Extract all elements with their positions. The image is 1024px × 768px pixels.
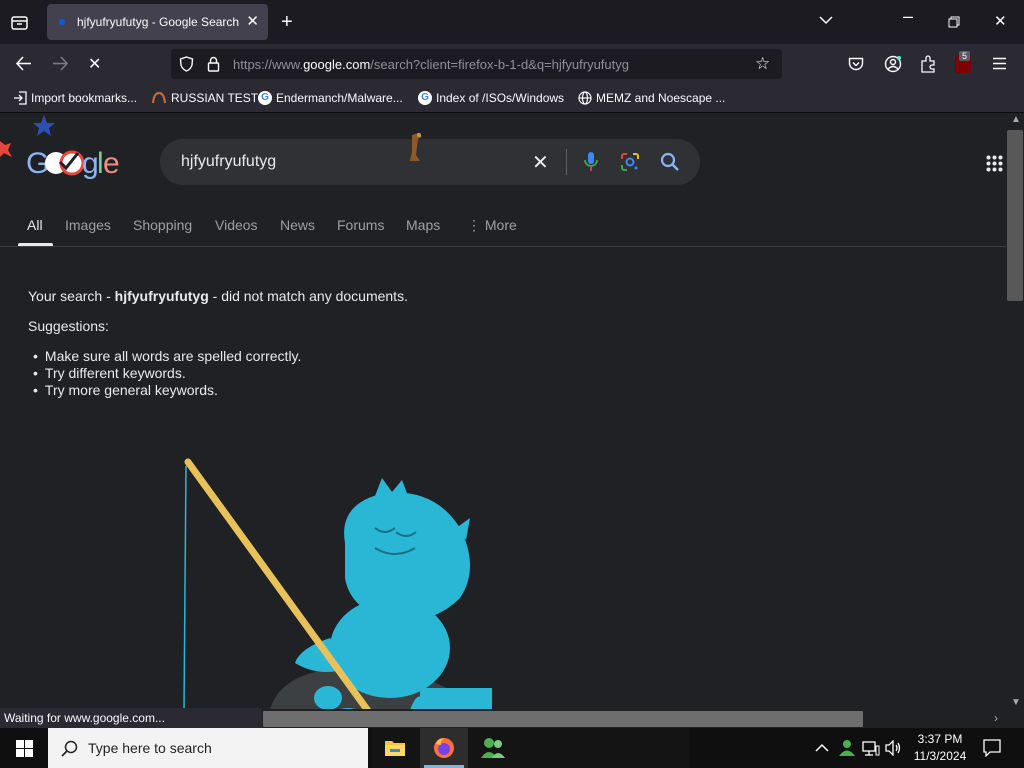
- file-explorer-icon[interactable]: [384, 738, 406, 757]
- bookmark-endermanch[interactable]: G Endermanch/Malware...: [258, 91, 403, 105]
- notifications-icon[interactable]: [983, 739, 1001, 757]
- search-box[interactable]: hjfyufryufutyg ✕: [160, 133, 700, 185]
- bookmark-isos[interactable]: G Index of /ISOs/Windows: [418, 91, 564, 105]
- suggestions-label: Suggestions:: [28, 318, 109, 334]
- microphone-icon[interactable]: [583, 151, 599, 173]
- clock-date: 11/3/2024: [913, 749, 967, 763]
- searched-term: hjfyufryufutyg: [114, 288, 209, 304]
- russian-test-favicon-icon: [151, 91, 167, 104]
- new-tab-icon[interactable]: +: [281, 11, 293, 34]
- search-tabs: All Images Shopping Videos News Forums M…: [0, 205, 1006, 247]
- bookmark-memz[interactable]: MEMZ and Noescape ...: [578, 91, 725, 105]
- navigation-toolbar: ✕ https://www.google.com/search?client=f…: [0, 44, 1024, 84]
- google-doodle-logo-icon: G g l e: [0, 115, 120, 180]
- horizontal-scroll-thumb[interactable]: [263, 711, 863, 727]
- suggestion-item: Try different keywords.: [33, 365, 408, 382]
- cursor-pet-icon: [410, 133, 422, 161]
- suggestions-list: Make sure all words are spelled correctl…: [33, 348, 408, 399]
- tab-shopping[interactable]: Shopping: [133, 217, 192, 233]
- close-window-icon[interactable]: ✕: [994, 12, 1007, 30]
- bookmarks-toolbar: Import bookmarks... RUSSIAN TEST G Ender…: [0, 84, 1024, 113]
- extension-badge: 5: [959, 51, 971, 61]
- search-query[interactable]: hjfyufryufutyg: [181, 153, 276, 171]
- stop-loading-icon[interactable]: ✕: [88, 54, 101, 74]
- google-favicon-icon: G: [258, 91, 272, 105]
- loading-favicon-icon: [59, 19, 65, 25]
- scroll-down-icon[interactable]: ▼: [1011, 697, 1021, 708]
- svg-text:e: e: [103, 147, 120, 180]
- pocket-icon[interactable]: [848, 57, 864, 72]
- suggestion-item: Make sure all words are spelled correctl…: [33, 348, 408, 365]
- forward-icon[interactable]: [52, 56, 69, 71]
- account-icon[interactable]: [884, 55, 902, 73]
- taskbar-firefox-button[interactable]: [420, 728, 468, 768]
- show-hidden-icons-icon[interactable]: [815, 743, 829, 752]
- user-tray-icon[interactable]: [838, 739, 856, 757]
- taskbar-search-box[interactable]: Type here to search: [48, 728, 368, 768]
- active-tab-indicator: [18, 243, 53, 246]
- bookmark-star-icon[interactable]: ☆: [755, 54, 770, 74]
- tab-images[interactable]: Images: [65, 217, 111, 233]
- tab-google-search[interactable]: hjfyufryufutyg - Google Search ✕: [47, 4, 268, 40]
- clear-search-icon[interactable]: ✕: [532, 150, 549, 175]
- tab-forums[interactable]: Forums: [337, 217, 384, 233]
- search-icon[interactable]: [660, 152, 680, 172]
- ublock-origin-icon[interactable]: 5: [955, 51, 971, 73]
- url-text[interactable]: https://www.google.com/search?client=fir…: [233, 57, 629, 72]
- google-results-page: G g l e hjfyufryufutyg ✕ All Images Shop…: [0, 113, 1006, 709]
- tab-title: hjfyufryufutyg - Google Search: [77, 15, 240, 29]
- tab-close-icon[interactable]: ✕: [246, 12, 259, 30]
- windows-start-icon[interactable]: [16, 740, 33, 757]
- firefox-icon: [434, 738, 454, 758]
- system-clock[interactable]: 3:37 PM 11/3/2024: [908, 731, 972, 765]
- globe-icon: [578, 91, 592, 105]
- users-app-icon[interactable]: [480, 737, 506, 759]
- google-lens-icon[interactable]: [620, 152, 640, 172]
- minimize-icon[interactable]: –: [903, 6, 913, 27]
- search-icon: [61, 740, 78, 757]
- tab-strip: hjfyufryufutyg - Google Search ✕ + – ✕: [0, 0, 1024, 44]
- tab-more[interactable]: ⋮ More: [467, 217, 517, 234]
- apps-grid-icon[interactable]: [986, 155, 1003, 172]
- address-bar[interactable]: https://www.google.com/search?client=fir…: [171, 49, 782, 79]
- lock-icon[interactable]: [207, 56, 220, 72]
- scroll-up-icon[interactable]: ▲: [1011, 114, 1021, 125]
- extensions-icon[interactable]: [920, 55, 937, 73]
- vertical-scroll-thumb[interactable]: [1007, 130, 1023, 301]
- tab-news[interactable]: News: [280, 217, 315, 233]
- back-icon[interactable]: [15, 56, 32, 71]
- no-match-text: Your search - hjfyufryufutyg - did not m…: [28, 288, 408, 304]
- network-icon[interactable]: [862, 740, 880, 757]
- taskbar-search-placeholder: Type here to search: [88, 740, 212, 756]
- menu-icon[interactable]: [992, 57, 1007, 70]
- volume-icon[interactable]: [885, 740, 902, 756]
- tab-list-icon[interactable]: [11, 14, 28, 30]
- bookmark-russian-test[interactable]: RUSSIAN TEST: [151, 91, 258, 105]
- windows-taskbar: Type here to search 3:37 PM 11/3/2024: [0, 728, 1024, 768]
- import-icon: [14, 91, 27, 105]
- google-favicon-icon: G: [418, 91, 432, 105]
- search-divider: [566, 149, 567, 175]
- chevron-down-icon[interactable]: [819, 16, 833, 25]
- fishing-monster-illustration: [183, 458, 492, 709]
- bookmark-import[interactable]: Import bookmarks...: [13, 91, 137, 105]
- more-vert-icon: ⋮: [467, 217, 485, 233]
- tab-maps[interactable]: Maps: [406, 217, 440, 233]
- tab-all[interactable]: All: [27, 217, 43, 233]
- clock-time: 3:37 PM: [917, 732, 963, 746]
- tab-videos[interactable]: Videos: [215, 217, 258, 233]
- shield-icon[interactable]: [179, 56, 194, 72]
- google-logo[interactable]: G g l e: [0, 113, 130, 193]
- restore-icon[interactable]: [948, 16, 960, 28]
- no-results-message: Your search - hjfyufryufutyg - did not m…: [28, 288, 408, 399]
- scroll-right-icon[interactable]: ›: [994, 711, 998, 725]
- status-bar: Waiting for www.google.com...: [0, 708, 262, 728]
- suggestion-item: Try more general keywords.: [33, 382, 408, 399]
